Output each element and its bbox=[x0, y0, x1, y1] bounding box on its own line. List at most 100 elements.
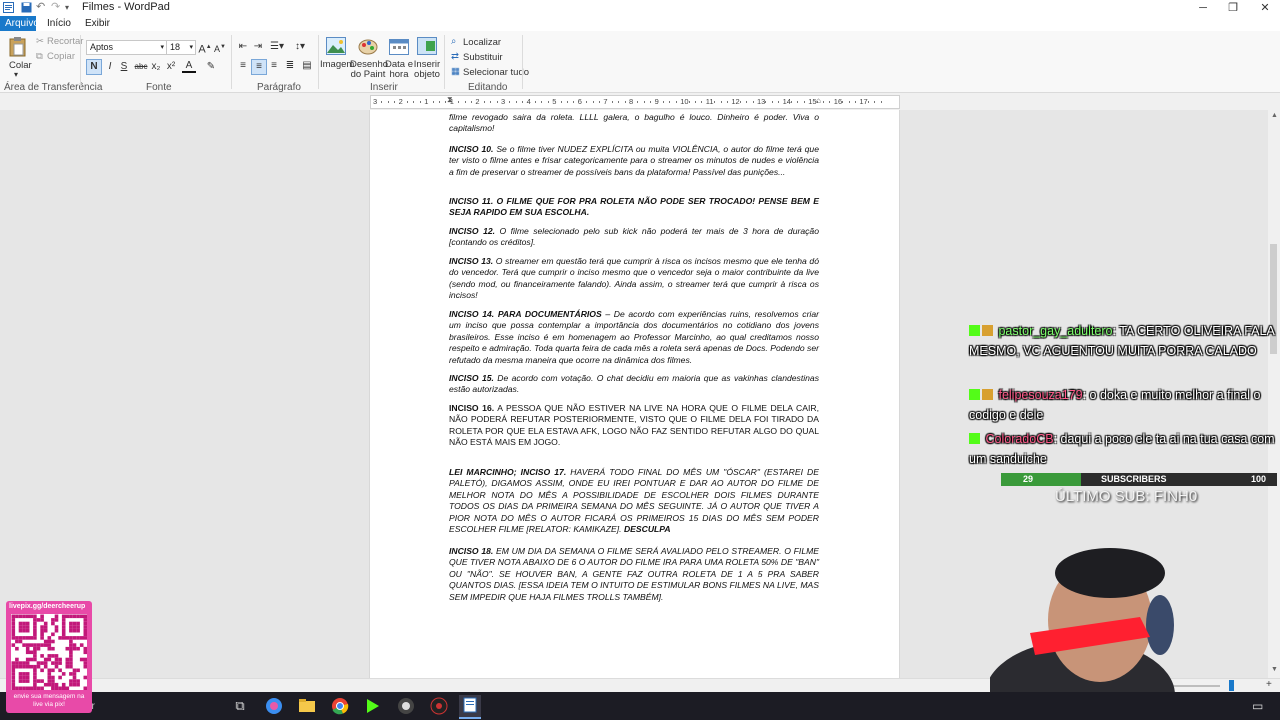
align-left-icon[interactable]: ≡ bbox=[236, 59, 250, 73]
paragraph-settings-icon[interactable]: ▤ bbox=[300, 59, 314, 73]
decrease-indent-icon[interactable]: ⇤ bbox=[236, 40, 250, 54]
paste-dropdown-icon[interactable]: ▾ bbox=[14, 70, 18, 79]
file-explorer-icon[interactable] bbox=[296, 695, 318, 717]
strikethrough-button[interactable]: abc bbox=[132, 60, 150, 74]
align-right-icon[interactable]: ≡ bbox=[267, 59, 281, 73]
copy-button[interactable]: Copiar bbox=[47, 51, 75, 62]
right-indent-marker-icon[interactable]: ⌂ bbox=[816, 96, 821, 105]
document-page[interactable]: filme revogado saira da roleta. LLLL gal… bbox=[369, 110, 900, 678]
qr-module bbox=[69, 679, 73, 683]
notifications-icon[interactable]: ▭ bbox=[1252, 699, 1263, 713]
increase-indent-icon[interactable]: ⇥ bbox=[251, 40, 265, 54]
scroll-up-icon[interactable]: ▲ bbox=[1271, 112, 1278, 119]
find-button[interactable]: Localizar bbox=[463, 37, 501, 48]
qr-module bbox=[25, 675, 30, 680]
indent-marker-icon[interactable]: ⧗ bbox=[447, 95, 453, 105]
maximize-button[interactable]: ❐ bbox=[1218, 0, 1248, 16]
insert-object-icon[interactable] bbox=[417, 37, 437, 55]
window-title: Filmes - WordPad bbox=[82, 1, 170, 13]
shrink-font-icon[interactable]: A▼ bbox=[213, 40, 227, 54]
qr-module bbox=[33, 650, 37, 655]
qr-module bbox=[69, 621, 73, 626]
ruler-tick bbox=[567, 101, 568, 103]
qr-module bbox=[54, 657, 59, 662]
highlight-icon[interactable]: ✎ bbox=[204, 60, 218, 74]
qr-module bbox=[43, 682, 48, 687]
paste-icon[interactable] bbox=[9, 37, 27, 57]
font-size-select[interactable]: 18 ▾ bbox=[166, 40, 196, 55]
ruler-tick bbox=[547, 101, 549, 103]
font-family-select[interactable]: Aptos ▾ bbox=[86, 40, 167, 55]
zoom-slider-thumb[interactable] bbox=[1229, 680, 1234, 691]
qr-module bbox=[25, 679, 30, 683]
qr-module bbox=[69, 664, 73, 669]
tab-exibir[interactable]: Exibir bbox=[80, 16, 115, 31]
insert-paint-button[interactable]: Desenho do Paint bbox=[350, 60, 388, 80]
kick-app-icon[interactable] bbox=[362, 695, 384, 717]
subscript-button[interactable]: x₂ bbox=[149, 60, 163, 74]
ruler-mark: 11 bbox=[705, 97, 714, 106]
copilot-icon[interactable] bbox=[263, 695, 285, 717]
streaming-app-icon[interactable] bbox=[395, 695, 417, 717]
italic-button[interactable]: I bbox=[103, 60, 117, 74]
close-button[interactable]: ✕ bbox=[1250, 0, 1280, 16]
grow-font-icon[interactable]: A▲ bbox=[198, 40, 212, 56]
ruler-mark: 1 bbox=[424, 97, 429, 106]
ruler-tick bbox=[797, 101, 799, 103]
scroll-down-icon[interactable]: ▼ bbox=[1271, 666, 1278, 673]
tab-arquivo[interactable]: Arquivo bbox=[0, 16, 39, 31]
qr-module bbox=[69, 661, 73, 665]
minimize-button[interactable]: ─ bbox=[1188, 0, 1218, 16]
ruler-mark: 3 bbox=[373, 97, 378, 106]
insert-datetime-button[interactable]: Data e hora bbox=[385, 60, 413, 80]
qr-module bbox=[51, 621, 55, 626]
superscript-button[interactable]: x² bbox=[164, 60, 178, 74]
undo-icon[interactable]: ↶ bbox=[36, 2, 47, 13]
qr-module bbox=[51, 682, 55, 687]
ruler-mark: 16 bbox=[833, 97, 843, 106]
ruler-tick bbox=[394, 101, 396, 103]
paste-button[interactable]: Colar bbox=[9, 60, 32, 71]
qr-module bbox=[51, 639, 55, 644]
bullets-icon[interactable]: ☰▾ bbox=[268, 40, 286, 54]
text-color-button[interactable]: A bbox=[182, 59, 196, 73]
line-spacing-icon[interactable]: ↕▾ bbox=[291, 40, 309, 54]
qr-module bbox=[54, 682, 59, 687]
underline-button[interactable]: S bbox=[117, 60, 131, 74]
kick-badge-icon bbox=[969, 389, 980, 400]
ruler-tick bbox=[746, 101, 748, 103]
qr-module bbox=[76, 679, 80, 683]
ruler-tick bbox=[778, 101, 780, 103]
insert-object-button[interactable]: Inserir objeto bbox=[413, 60, 441, 80]
qr-module bbox=[15, 657, 19, 662]
chat-username: pastor_gay_adultero bbox=[998, 324, 1113, 338]
bold-button[interactable]: N bbox=[86, 59, 102, 75]
qr-module bbox=[11, 632, 16, 637]
ruler[interactable]: 3 2 1 1 2 3 4 5 6 7 8 9 10 11 12 13 14 15 16 17 ⧗ ⌂ bbox=[370, 95, 900, 109]
redo-icon[interactable]: ↷ bbox=[51, 2, 62, 13]
ruler-tick bbox=[771, 101, 773, 103]
obs-icon[interactable] bbox=[428, 695, 450, 717]
qr-module bbox=[33, 657, 37, 662]
wordpad-taskbar-icon[interactable] bbox=[459, 695, 481, 719]
qr-module bbox=[43, 628, 48, 633]
justify-icon[interactable]: ≣ bbox=[283, 59, 297, 73]
image-icon[interactable] bbox=[326, 37, 346, 55]
replace-button[interactable]: Substituir bbox=[463, 52, 503, 63]
qr-module bbox=[18, 621, 23, 626]
tab-inicio[interactable]: Início bbox=[42, 16, 76, 31]
calendar-clock-icon[interactable] bbox=[389, 37, 409, 55]
paint-drawing-icon[interactable] bbox=[358, 37, 378, 55]
cut-button[interactable]: Recortar bbox=[47, 36, 83, 47]
chrome-icon[interactable] bbox=[329, 695, 351, 717]
align-center-icon[interactable]: ≡ bbox=[251, 59, 267, 75]
save-icon[interactable] bbox=[21, 2, 32, 13]
qr-module bbox=[40, 614, 44, 619]
ruler-tick bbox=[592, 101, 594, 103]
select-all-button[interactable]: Selecionar tudo bbox=[463, 67, 529, 78]
customize-quick-access-icon[interactable]: ▾ bbox=[65, 2, 76, 13]
zoom-in-icon[interactable]: + bbox=[1266, 679, 1272, 690]
title-bar: ↶ ↷ ▾ Filmes - WordPad ─ ❐ ✕ bbox=[0, 0, 1280, 16]
task-view-icon[interactable]: ⧉ bbox=[229, 695, 251, 717]
insert-image-button[interactable]: Imagem bbox=[320, 60, 354, 70]
